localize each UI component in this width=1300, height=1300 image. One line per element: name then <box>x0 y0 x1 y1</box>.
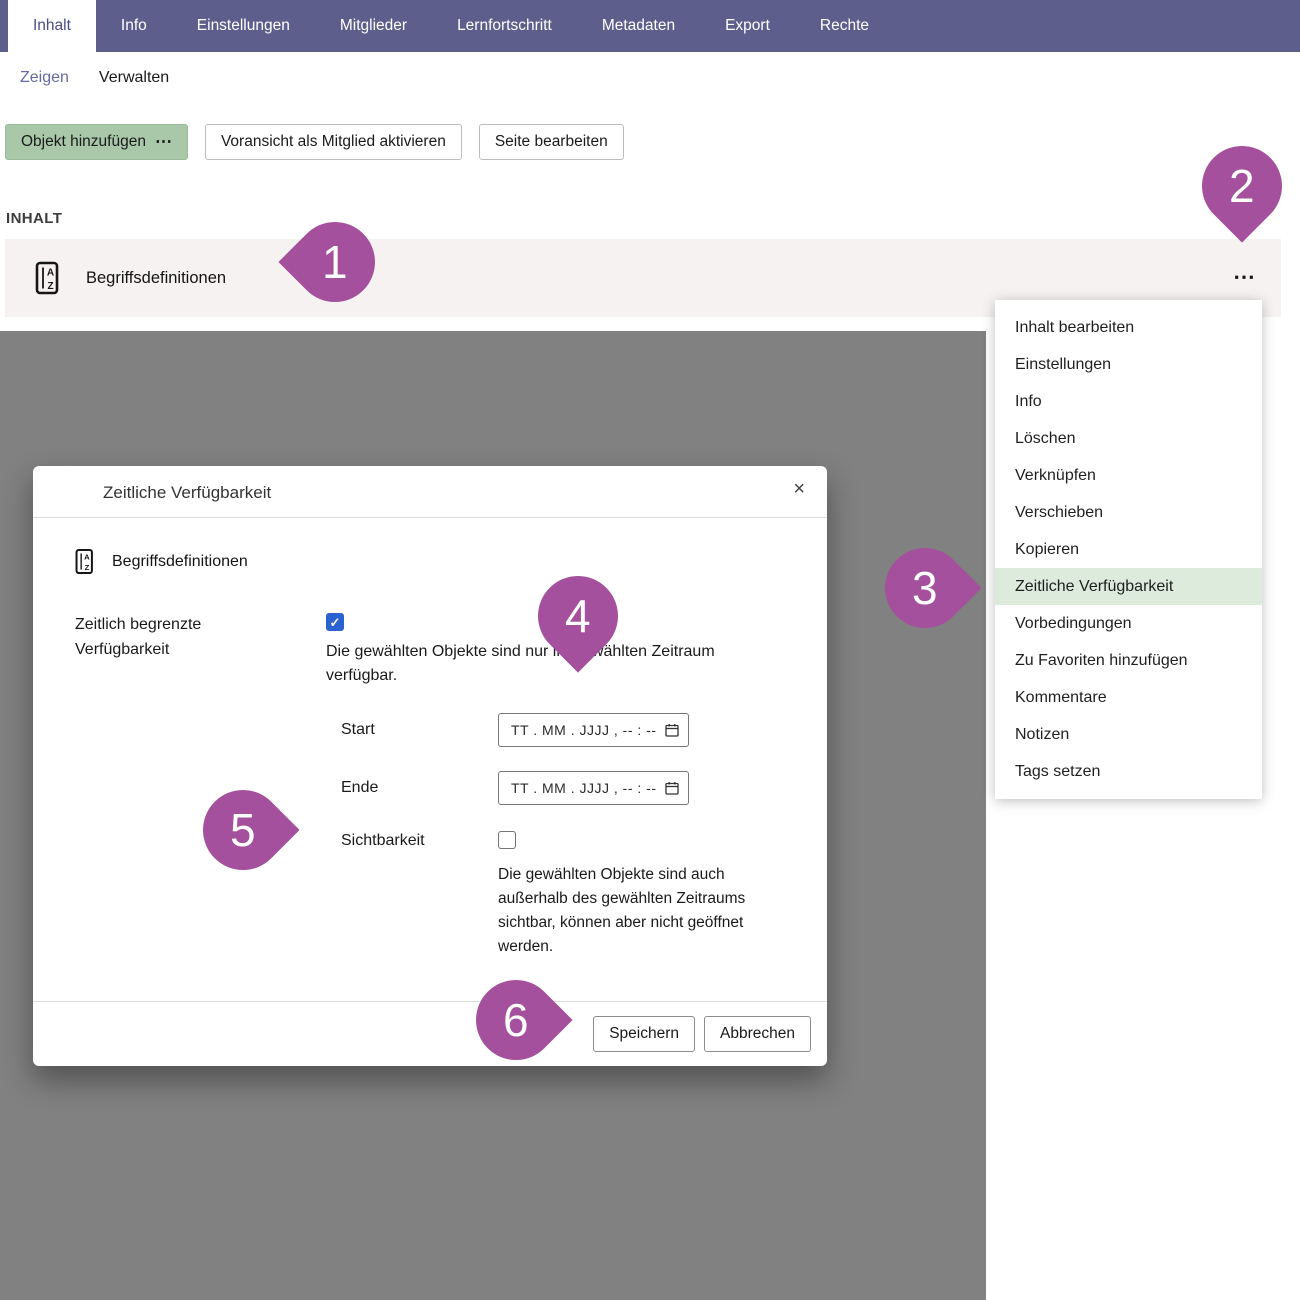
close-icon[interactable]: × <box>793 479 805 499</box>
callout-marker-6-number: 6 <box>503 993 529 1047</box>
menu-item-kommentare[interactable]: Kommentare <box>995 679 1262 716</box>
tab-metadaten[interactable]: Metadaten <box>577 0 700 52</box>
visibility-row: Sichtbarkeit Die gewählten Objekte sind … <box>341 831 786 959</box>
top-navigation: Inhalt Info Einstellungen Mitglieder Ler… <box>0 0 1300 52</box>
edit-page-button[interactable]: Seite bearbeiten <box>479 124 624 160</box>
availability-modal: Zeitliche Verfügbarkeit × A Z Begriffsde… <box>33 466 827 1066</box>
menu-item-zu-favoriten-hinzufuegen[interactable]: Zu Favoriten hinzufügen <box>995 642 1262 679</box>
menu-item-vorbedingungen[interactable]: Vorbedingungen <box>995 605 1262 642</box>
toolbar: Objekt hinzufügen ⋯ Voransicht als Mitgl… <box>5 124 1300 160</box>
check-icon: ✓ <box>330 616 341 629</box>
menu-item-info[interactable]: Info <box>995 383 1262 420</box>
menu-item-loeschen[interactable]: Löschen <box>995 420 1262 457</box>
modal-body: A Z Begriffsdefinitionen Zeitlich begren… <box>33 518 827 959</box>
sub-navigation: Zeigen Verwalten <box>0 52 1300 104</box>
start-datetime-placeholder: TT . MM . JJJJ , -- : -- <box>511 722 657 738</box>
menu-item-kopieren[interactable]: Kopieren <box>995 531 1262 568</box>
svg-text:Z: Z <box>47 281 53 292</box>
content-section-title: INHALT <box>6 210 1300 227</box>
item-context-menu: Inhalt bearbeiten Einstellungen Info Lös… <box>995 300 1262 799</box>
menu-item-inhalt-bearbeiten[interactable]: Inhalt bearbeiten <box>995 309 1262 346</box>
subnav-zeigen[interactable]: Zeigen <box>20 69 69 87</box>
modal-object-row: A Z Begriffsdefinitionen <box>75 548 787 575</box>
tab-einstellungen[interactable]: Einstellungen <box>172 0 315 52</box>
tab-export[interactable]: Export <box>700 0 795 52</box>
menu-item-tags-setzen[interactable]: Tags setzen <box>995 753 1262 790</box>
menu-item-zeitliche-verfuegbarkeit[interactable]: Zeitliche Verfügbarkeit <box>995 568 1262 605</box>
end-label: Ende <box>341 779 498 797</box>
svg-text:A: A <box>84 553 90 562</box>
end-datetime-placeholder: TT . MM . JJJJ , -- : -- <box>511 780 657 796</box>
visibility-description: Die gewählten Objekte sind auch außerhal… <box>498 863 772 959</box>
start-datetime-input[interactable]: TT . MM . JJJJ , -- : -- <box>498 713 689 747</box>
visibility-control: Die gewählten Objekte sind auch außerhal… <box>498 831 772 959</box>
end-row: Ende TT . MM . JJJJ , -- : -- <box>341 771 786 805</box>
start-row: Start TT . MM . JJJJ , -- : -- <box>341 713 786 747</box>
calendar-icon[interactable] <box>665 723 679 737</box>
menu-item-verschieben[interactable]: Verschieben <box>995 494 1262 531</box>
callout-marker-4-number: 4 <box>565 589 591 643</box>
menu-item-einstellungen[interactable]: Einstellungen <box>995 346 1262 383</box>
preview-as-member-button[interactable]: Voransicht als Mitglied aktivieren <box>205 124 462 160</box>
visibility-label: Sichtbarkeit <box>341 831 498 959</box>
modal-title: Zeitliche Verfügbarkeit <box>103 483 271 502</box>
glossary-icon: A Z <box>75 548 95 575</box>
limited-availability-description: Die gewählten Objekte sind nur im gewähl… <box>326 640 776 690</box>
tab-inhalt[interactable]: Inhalt <box>8 0 96 52</box>
subnav-verwalten[interactable]: Verwalten <box>99 69 169 87</box>
calendar-icon[interactable] <box>665 781 679 795</box>
add-object-label: Objekt hinzufügen <box>21 133 146 151</box>
tab-info[interactable]: Info <box>96 0 172 52</box>
save-button[interactable]: Speichern <box>593 1016 695 1052</box>
menu-item-notizen[interactable]: Notizen <box>995 716 1262 753</box>
limited-availability-label: Zeitlich begrenzte Verfügbarkeit <box>75 613 295 959</box>
add-object-button[interactable]: Objekt hinzufügen ⋯ <box>5 124 188 160</box>
item-actions-ellipsis-icon[interactable]: ⋯ <box>1233 272 1255 282</box>
tab-lernfortschritt[interactable]: Lernfortschritt <box>432 0 577 52</box>
visibility-checkbox[interactable] <box>498 831 516 849</box>
callout-marker-1-number: 1 <box>322 235 348 289</box>
callout-marker-5-number: 5 <box>230 803 256 857</box>
cancel-button[interactable]: Abbrechen <box>704 1016 811 1052</box>
limited-availability-checkbox[interactable]: ✓ <box>326 613 344 631</box>
tab-rechte[interactable]: Rechte <box>795 0 894 52</box>
end-datetime-input[interactable]: TT . MM . JJJJ , -- : -- <box>498 771 689 805</box>
tab-mitglieder[interactable]: Mitglieder <box>315 0 432 52</box>
callout-marker-3-number: 3 <box>912 561 938 615</box>
menu-item-verknuepfen[interactable]: Verknüpfen <box>995 457 1262 494</box>
modal-footer: Speichern Abbrechen <box>33 1001 827 1066</box>
start-label: Start <box>341 721 498 739</box>
glossary-icon: A Z <box>35 261 61 295</box>
svg-text:Z: Z <box>85 563 90 572</box>
limited-availability-row: Zeitlich begrenzte Verfügbarkeit ✓ Die g… <box>75 613 787 959</box>
content-item-title[interactable]: Begriffsdefinitionen <box>86 269 226 288</box>
modal-header: Zeitliche Verfügbarkeit × <box>33 466 827 518</box>
svg-text:A: A <box>47 268 54 279</box>
limited-availability-control: ✓ Die gewählten Objekte sind nur im gewä… <box>326 613 786 959</box>
callout-marker-2-number: 2 <box>1229 159 1255 213</box>
modal-object-title: Begriffsdefinitionen <box>112 553 248 571</box>
ellipsis-icon[interactable]: ⋯ <box>155 137 172 147</box>
